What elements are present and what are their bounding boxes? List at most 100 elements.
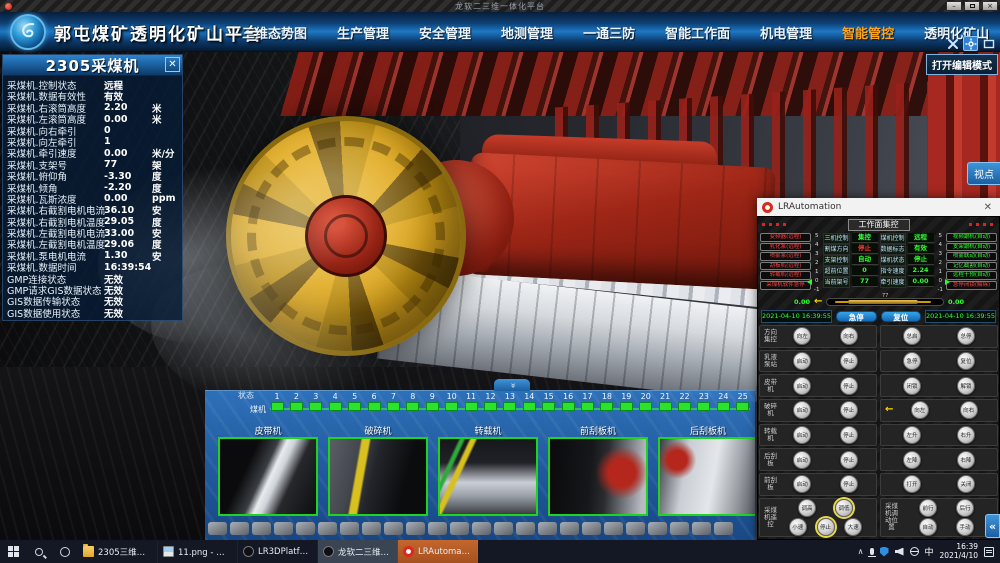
filmstrip-item[interactable] xyxy=(252,522,271,535)
support-status-indicator[interactable] xyxy=(329,402,342,411)
taskbar-button[interactable]: 2305三维截图 xyxy=(78,540,158,563)
control-button[interactable]: 复位 xyxy=(957,352,975,370)
reset-button[interactable]: 复位 xyxy=(881,311,921,322)
tools-icon[interactable] xyxy=(945,36,960,51)
status-button[interactable]: 转载机(远程) xyxy=(760,271,811,280)
filmstrip-item[interactable] xyxy=(362,522,381,535)
control-button[interactable]: 向左 xyxy=(793,327,811,345)
filmstrip-item[interactable] xyxy=(714,522,733,535)
control-button[interactable]: 解锁 xyxy=(957,377,975,395)
control-button[interactable]: 停止 xyxy=(840,401,858,419)
filmstrip-item[interactable] xyxy=(230,522,249,535)
filmstrip-item[interactable] xyxy=(670,522,689,535)
support-status-indicator[interactable] xyxy=(503,402,516,411)
status-button[interactable]: 刮板机(远程) xyxy=(760,262,811,271)
camera-thumbnail[interactable] xyxy=(658,437,755,516)
control-button[interactable]: 停止 xyxy=(840,352,858,370)
support-status-indicator[interactable] xyxy=(523,402,536,411)
taskbar-button[interactable]: LRAutomation xyxy=(398,540,478,563)
control-button[interactable]: 停止 xyxy=(840,426,858,444)
control-button[interactable]: 启动 xyxy=(793,377,811,395)
lr-titlebar[interactable]: LRAutomation ✕ xyxy=(757,198,1000,216)
status-button[interactable]: 喷雾泵(远程) xyxy=(760,252,811,261)
status-button[interactable]: 采煤机软件急停 xyxy=(760,281,811,290)
clock[interactable]: 16:39 2021/4/10 xyxy=(940,543,978,560)
collapse-side-button[interactable]: « xyxy=(985,514,1000,538)
camera-thumbnail[interactable] xyxy=(218,437,318,516)
search-icon[interactable] xyxy=(26,540,52,563)
control-button[interactable]: 启动 xyxy=(793,352,811,370)
filmstrip-item[interactable] xyxy=(340,522,359,535)
support-status-indicator[interactable] xyxy=(309,402,322,411)
support-status-indicator[interactable] xyxy=(717,402,730,411)
nav-item[interactable]: 地测管理 xyxy=(501,23,553,42)
viewpoint-tab[interactable]: 视点 xyxy=(967,162,1000,185)
filmstrip-item[interactable] xyxy=(428,522,447,535)
control-button[interactable]: 总停 xyxy=(957,327,975,345)
shearer-marker-icon[interactable] xyxy=(848,300,917,304)
nav-item[interactable]: 机电管理 xyxy=(760,23,812,42)
status-button[interactable]: 支架跟机(自动) xyxy=(946,243,997,252)
taskbar-button[interactable]: 龙软二三维一体化... xyxy=(318,540,398,563)
control-button[interactable]: 启动 xyxy=(793,475,811,493)
control-button[interactable]: 停止 xyxy=(817,518,835,536)
support-status-indicator[interactable] xyxy=(387,402,400,411)
filmstrip-item[interactable] xyxy=(516,522,535,535)
filmstrip-item[interactable] xyxy=(296,522,315,535)
restore-button[interactable] xyxy=(964,1,980,11)
gear-icon[interactable] xyxy=(963,36,978,51)
filmstrip-item[interactable] xyxy=(626,522,645,535)
taskbar-button[interactable]: 11.png - 画图 xyxy=(158,540,238,563)
nav-item[interactable]: 生产管理 xyxy=(337,23,389,42)
nav-item[interactable]: 安全管理 xyxy=(419,23,471,42)
filmstrip[interactable] xyxy=(208,522,733,535)
lr-close-icon[interactable]: ✕ xyxy=(981,202,995,213)
network-icon[interactable] xyxy=(910,547,919,556)
control-button[interactable]: 停止 xyxy=(840,451,858,469)
support-status-indicator[interactable] xyxy=(542,402,555,411)
support-status-indicator[interactable] xyxy=(581,402,594,411)
control-button[interactable]: 右升 xyxy=(957,426,975,444)
support-status-indicator[interactable] xyxy=(348,402,361,411)
support-status-indicator[interactable] xyxy=(562,402,575,411)
support-status-indicator[interactable] xyxy=(736,402,749,411)
control-button[interactable]: 向右 xyxy=(960,401,978,419)
slider-track[interactable]: 77 xyxy=(826,298,944,306)
control-button[interactable]: 右降 xyxy=(957,451,975,469)
filmstrip-item[interactable] xyxy=(538,522,557,535)
support-status-indicator[interactable] xyxy=(620,402,633,411)
control-button[interactable]: 关闭 xyxy=(957,475,975,493)
nav-item[interactable]: 智能管控 xyxy=(842,23,894,42)
support-status-indicator[interactable] xyxy=(697,402,710,411)
control-button[interactable]: 向左 xyxy=(911,401,929,419)
filmstrip-item[interactable] xyxy=(604,522,623,535)
nav-item[interactable]: 智能工作面 xyxy=(665,23,730,42)
filmstrip-item[interactable] xyxy=(274,522,293,535)
control-button[interactable]: 启动 xyxy=(793,451,811,469)
support-status-indicator[interactable] xyxy=(271,402,284,411)
control-button[interactable]: 打开 xyxy=(903,475,921,493)
filmstrip-item[interactable] xyxy=(582,522,601,535)
control-button[interactable]: 停止 xyxy=(840,377,858,395)
status-button[interactable]: 视频跟机(自动) xyxy=(946,233,997,242)
control-button[interactable]: 停止 xyxy=(840,475,858,493)
control-button[interactable]: 调低 xyxy=(835,499,853,517)
support-status-indicator[interactable] xyxy=(659,402,672,411)
support-status-indicator[interactable] xyxy=(368,402,381,411)
filmstrip-item[interactable] xyxy=(494,522,513,535)
control-button[interactable]: 调高 xyxy=(798,499,816,517)
status-button[interactable]: 乳化泵(远程) xyxy=(760,243,811,252)
status-button[interactable]: 喷雾联动(自动) xyxy=(946,252,997,261)
filmstrip-item[interactable] xyxy=(648,522,667,535)
status-button[interactable]: 记忆截割(自动) xyxy=(946,262,997,271)
open-edit-mode-button[interactable]: 打开编辑模式 xyxy=(926,54,998,75)
cortana-icon[interactable] xyxy=(52,540,78,563)
fit-screen-icon[interactable] xyxy=(981,36,996,51)
estop-button[interactable]: 急停 xyxy=(836,311,876,322)
camera-thumbnail[interactable] xyxy=(438,437,538,516)
filmstrip-item[interactable] xyxy=(406,522,425,535)
control-button[interactable]: 向右 xyxy=(840,327,858,345)
control-button[interactable]: 左降 xyxy=(903,451,921,469)
microphone-icon[interactable] xyxy=(870,548,874,555)
filmstrip-item[interactable] xyxy=(560,522,579,535)
